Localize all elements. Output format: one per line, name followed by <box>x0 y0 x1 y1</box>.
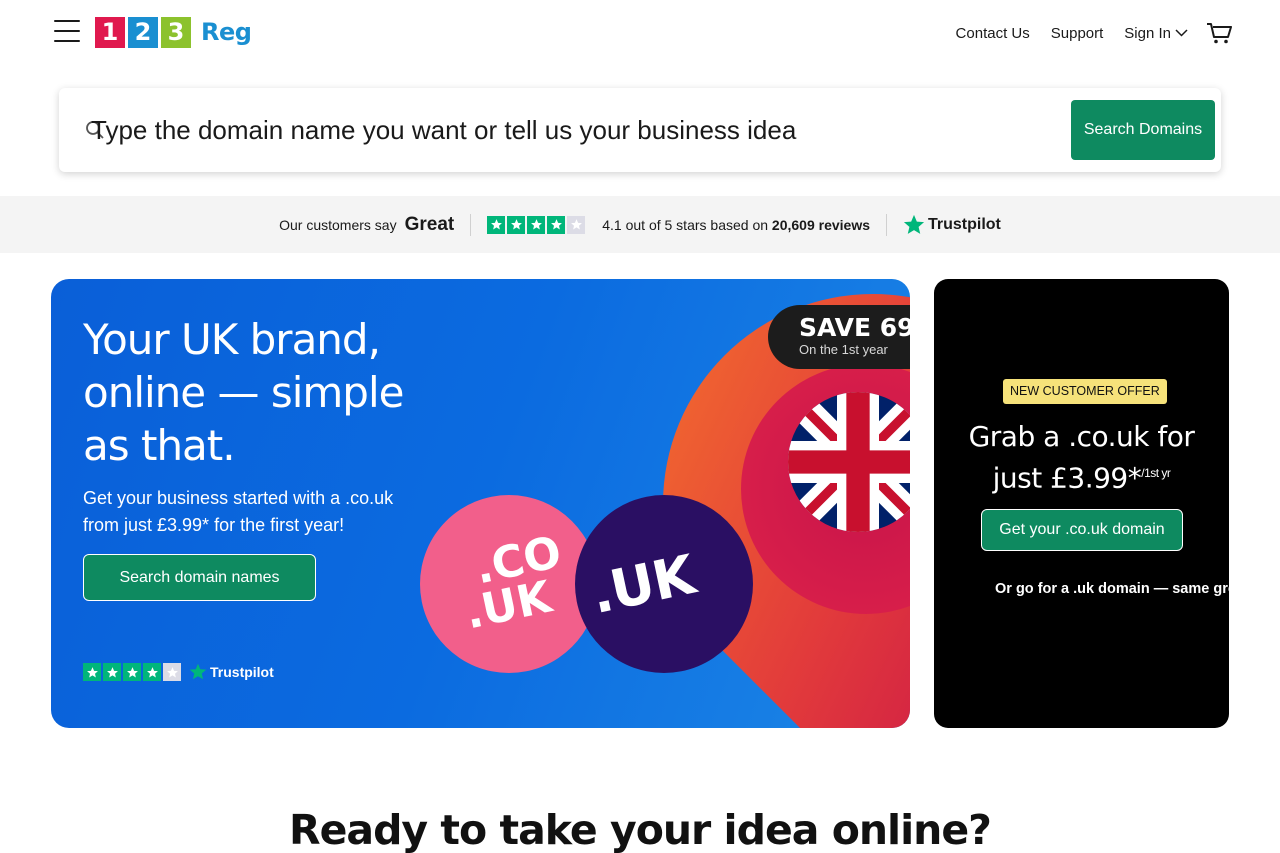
hero-trustpilot-word: Trustpilot <box>210 664 274 680</box>
star-rating <box>487 215 587 234</box>
review-count[interactable]: 20,609 reviews <box>772 217 870 233</box>
divider <box>470 213 472 236</box>
nav-contact-link[interactable]: Contact Us <box>956 25 1030 42</box>
star-empty-icon <box>567 215 586 234</box>
save-caption: On the 1st year <box>799 342 888 357</box>
nav-sign-in[interactable]: Sign In <box>1124 25 1188 42</box>
star-empty-icon <box>163 663 181 681</box>
domain-search-input[interactable] <box>91 110 1071 150</box>
hero-banner: SAVE 69% On the 1st year .CO .UK .UK You… <box>51 279 910 728</box>
site-header: 1 2 3 Reg Contact Us Support Sign In <box>0 0 1280 64</box>
hero-title: Your UK brand, online — simple as that. <box>83 315 404 470</box>
star-icon <box>547 215 566 234</box>
co-uk-circle: .CO .UK <box>420 495 598 673</box>
trustpilot-star-icon <box>189 663 207 680</box>
offer-price: just £3.99* <box>992 461 1142 495</box>
hero-subtitle: Get your business started with a .co.uk … <box>83 488 394 535</box>
get-co-uk-domain-button[interactable]: Get your .co.uk domain <box>981 509 1183 551</box>
cart-icon[interactable] <box>1206 22 1232 44</box>
new-customer-badge: NEW CUSTOMER OFFER <box>1003 379 1167 404</box>
hero-star-rating <box>83 663 183 681</box>
uk-circle: .UK <box>575 495 753 673</box>
hamburger-icon[interactable] <box>54 20 80 44</box>
star-icon <box>487 215 506 234</box>
trustpilot-star-icon <box>903 214 925 234</box>
customers-say-text: Our customers say <box>279 216 397 233</box>
save-badge: SAVE 69% On the 1st year <box>768 305 910 369</box>
offer-title-line2: just £3.99*/1st yr <box>934 455 1229 496</box>
star-icon <box>103 663 121 681</box>
logo-digit-3: 3 <box>161 16 191 48</box>
trustpilot-logo[interactable]: Trustpilot <box>903 214 1001 236</box>
search-domains-button[interactable]: Search Domains <box>1071 100 1215 160</box>
section-heading: Ready to take your idea online? <box>289 806 992 853</box>
uk-text: .UK <box>460 571 556 640</box>
save-percent: SAVE 69% <box>799 313 910 342</box>
chevron-down-icon <box>1175 29 1188 37</box>
hero-trustpilot-logo: Trustpilot <box>189 663 274 681</box>
rating-word: Great <box>404 213 455 235</box>
nav-support-link[interactable]: Support <box>1051 25 1104 42</box>
star-icon <box>83 663 101 681</box>
logo-word: Reg <box>201 18 252 46</box>
divider <box>886 213 887 236</box>
sign-in-label: Sign In <box>1124 24 1171 42</box>
offer-title-line1: Grab a .co.uk for <box>968 420 1195 453</box>
star-icon <box>143 663 161 681</box>
domain-search-box: Search Domains <box>59 88 1221 172</box>
star-icon <box>123 663 141 681</box>
rating-summary: 4.1 out of 5 stars based on 20,609 revie… <box>602 217 870 233</box>
offer-price-suffix: /1st yr <box>1141 466 1171 480</box>
top-nav: Contact Us Support Sign In <box>935 22 1232 44</box>
trustpilot-word: Trustpilot <box>928 215 1001 233</box>
logo-digit-1: 1 <box>95 16 125 48</box>
rating-prefix: 4.1 out of 5 stars based on <box>602 216 769 233</box>
logo-digit-2: 2 <box>128 16 158 48</box>
logo[interactable]: 1 2 3 Reg <box>95 16 252 48</box>
search-domain-names-button[interactable]: Search domain names <box>83 554 316 601</box>
offer-card: NEW CUSTOMER OFFER Grab a .co.uk for jus… <box>934 279 1229 728</box>
uk-circle-text: .UK <box>585 542 700 627</box>
trustpilot-bar: Our customers say Great 4.1 out of 5 sta… <box>0 196 1280 253</box>
hero-trustpilot[interactable]: Trustpilot <box>83 663 274 681</box>
star-icon <box>507 215 526 234</box>
uk-domain-alt-text: Or go for a .uk domain — same great pric… <box>995 581 1229 597</box>
offer-title: Grab a .co.uk for just £3.99*/1st yr <box>934 419 1229 496</box>
star-icon <box>527 215 546 234</box>
